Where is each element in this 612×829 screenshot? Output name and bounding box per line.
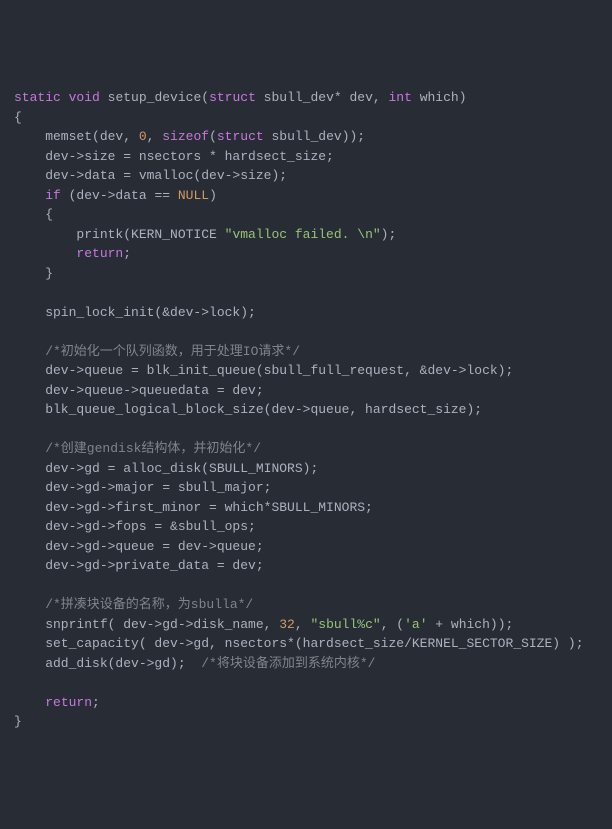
keyword-return: return [76,246,123,261]
number-literal: 32 [279,617,295,632]
null-literal: NULL [178,188,209,203]
code-text [14,188,45,203]
code-text: set_capacity( dev->gd, nsectors*(hardsec… [14,636,584,651]
code-text: ; [123,246,131,261]
code-text: dev->gd->private_data = dev; [14,558,264,573]
code-text: memset(dev, [14,129,139,144]
code-text: } [14,714,22,729]
keyword-struct: struct [217,129,264,144]
keyword-return: return [45,695,92,710]
code-text: dev->size = nsectors * hardsect_size; [14,149,334,164]
comment: /*创建gendisk结构体，并初始化*/ [14,441,261,456]
char-literal: 'a' [404,617,427,632]
code-text: , [295,617,311,632]
code-text: , ( [381,617,404,632]
code-text: blk_queue_logical_block_size(dev->queue,… [14,402,482,417]
keyword-if: if [45,188,61,203]
keyword-static: static [14,90,61,105]
number-literal: 0 [139,129,147,144]
code-text [14,695,45,710]
code-text: sbull_dev* dev, [256,90,389,105]
code-editor[interactable]: static void setup_device(struct sbull_de… [14,88,598,732]
code-text: ); [381,227,397,242]
code-text: ( [209,129,217,144]
keyword-int: int [389,90,412,105]
code-text: dev->queue = blk_init_queue(sbull_full_r… [14,363,513,378]
string-literal: "sbull%c" [310,617,380,632]
code-text: dev->gd->first_minor = which*SBULL_MINOR… [14,500,373,515]
code-text: sbull_dev)); [264,129,365,144]
code-text: printk(KERN_NOTICE [14,227,225,242]
code-text: setup_device( [100,90,209,105]
code-text: dev->queue->queuedata = dev; [14,383,264,398]
code-text: which) [412,90,467,105]
code-text [14,246,76,261]
keyword-struct: struct [209,90,256,105]
code-text: (dev->data == [61,188,178,203]
code-text: { [14,207,53,222]
keyword-sizeof: sizeof [162,129,209,144]
code-text: } [14,266,53,281]
code-text: dev->data = vmalloc(dev->size); [14,168,287,183]
code-text: dev->gd->queue = dev->queue; [14,539,264,554]
code-text: snprintf( dev->gd->disk_name, [14,617,279,632]
comment: /*将块设备添加到系统内核*/ [201,656,375,671]
comment: /*拼凑块设备的名称，为sbulla*/ [14,597,253,612]
code-text: ) [209,188,217,203]
code-text: ; [92,695,100,710]
code-text: + which)); [428,617,514,632]
code-text: dev->gd = alloc_disk(SBULL_MINORS); [14,461,318,476]
code-text: spin_lock_init(&dev->lock); [14,305,256,320]
code-text: dev->gd->major = sbull_major; [14,480,271,495]
code-text: add_disk(dev->gd); [14,656,201,671]
keyword-void: void [69,90,100,105]
code-text: dev->gd->fops = &sbull_ops; [14,519,256,534]
comment: /*初始化一个队列函数，用于处理IO请求*/ [14,344,300,359]
string-literal: "vmalloc failed. \n" [225,227,381,242]
code-text: { [14,110,22,125]
code-text: , [147,129,163,144]
